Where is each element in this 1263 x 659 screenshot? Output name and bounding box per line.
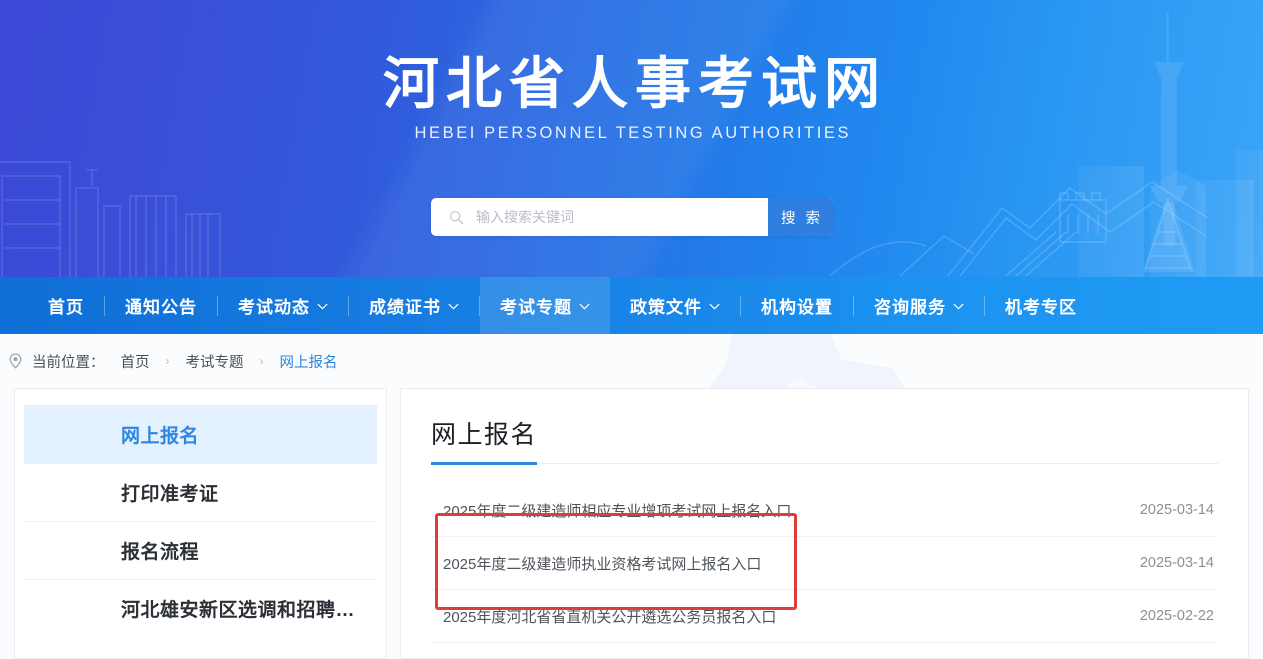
nav-right-spacer [1097, 277, 1107, 334]
registration-entry-list: 2025年度二级建造师相应专业增项考试网上报名入口 2025-03-14 202… [431, 484, 1218, 643]
nav-item-home[interactable]: 首页 [28, 277, 104, 334]
nav-left-spacer [0, 277, 28, 334]
nav-item-label: 考试专题 [500, 298, 572, 317]
nav-item-policy-docs[interactable]: 政策文件 [610, 277, 740, 334]
main-navigation: 首页 通知公告 考试动态 成绩证书 考试专题 政策文件 机构设置 咨询服务 机考… [0, 277, 1263, 334]
search-button[interactable]: 搜 索 [768, 198, 833, 236]
nav-item-scores-certs[interactable]: 成绩证书 [349, 277, 479, 334]
list-item-date: 2025-02-22 [1139, 608, 1214, 624]
page-body: 当前位置： 首页 › 考试专题 › 网上报名 网上报名 打印准考证 报名流程 河… [0, 334, 1263, 659]
site-banner: 河北省人事考试网 HEBEI PERSONNEL TESTING AUTHORI… [0, 0, 1263, 277]
title-divider [431, 463, 1218, 464]
list-item-title: 2025年度二级建造师执业资格考试网上报名入口 [443, 555, 762, 573]
nav-item-label: 首页 [48, 298, 84, 317]
nav-item-notices[interactable]: 通知公告 [105, 277, 217, 334]
nav-item-label: 机考专区 [1005, 298, 1077, 317]
list-item-date: 2025-03-14 [1139, 555, 1214, 571]
breadcrumb-label: 当前位置： [32, 354, 105, 371]
chevron-down-icon [317, 303, 328, 310]
nav-item-computer-exam-zone[interactable]: 机考专区 [985, 277, 1097, 334]
location-pin-icon [9, 353, 22, 369]
list-item[interactable]: 2025年度二级建造师相应专业增项考试网上报名入口 2025-03-14 [431, 484, 1218, 537]
page-title: 网上报名 [431, 421, 538, 449]
list-item-date: 2025-03-14 [1139, 502, 1214, 518]
breadcrumb-section[interactable]: 考试专题 [186, 351, 244, 372]
breadcrumb: 当前位置： 首页 › 考试专题 › 网上报名 [0, 334, 1263, 388]
site-subtitle: HEBEI PERSONNEL TESTING AUTHORITIES [414, 124, 852, 143]
sidebar-item-label: 网上报名 [121, 425, 200, 447]
nav-item-organization[interactable]: 机构设置 [741, 277, 853, 334]
sidebar-item-registration-process[interactable]: 报名流程 [24, 521, 377, 579]
chevron-down-icon [579, 303, 590, 310]
breadcrumb-current[interactable]: 网上报名 [280, 351, 338, 372]
nav-item-exam-topics[interactable]: 考试专题 [480, 277, 610, 334]
sidebar-item-online-registration[interactable]: 网上报名 [24, 405, 377, 463]
list-item-title: 2025年度二级建造师相应专业增项考试网上报名入口 [443, 502, 792, 520]
nav-item-exam-news[interactable]: 考试动态 [218, 277, 348, 334]
page-title-underline: 网上报名 [431, 415, 538, 465]
nav-item-label: 咨询服务 [874, 298, 946, 317]
nav-item-label: 政策文件 [630, 298, 702, 317]
search-icon [449, 210, 464, 224]
nav-item-consulting[interactable]: 咨询服务 [854, 277, 984, 334]
site-title: 河北省人事考试网 [383, 52, 887, 115]
nav-item-label: 成绩证书 [369, 298, 441, 317]
site-brand: 河北省人事考试网 HEBEI PERSONNEL TESTING AUTHORI… [0, 52, 1263, 143]
main-panel: 网上报名 2025年度二级建造师相应专业增项考试网上报名入口 2025-03-1… [400, 388, 1249, 659]
sidebar-menu: 网上报名 打印准考证 报名流程 河北雄安新区选调和招聘… [14, 388, 387, 659]
chevron-down-icon [709, 303, 720, 310]
content-area: 网上报名 打印准考证 报名流程 河北雄安新区选调和招聘… 网上报名 2025年度… [0, 388, 1263, 659]
breadcrumb-separator: › [165, 354, 170, 368]
chevron-down-icon [953, 303, 964, 310]
search-input[interactable] [476, 209, 768, 225]
breadcrumb-home[interactable]: 首页 [121, 351, 150, 372]
list-item[interactable]: 2025年度二级建造师执业资格考试网上报名入口 2025-03-14 [431, 537, 1218, 590]
sidebar-item-print-admission-ticket[interactable]: 打印准考证 [24, 463, 377, 521]
nav-item-label: 机构设置 [761, 298, 833, 317]
sidebar-item-xiongan-recruitment[interactable]: 河北雄安新区选调和招聘… [24, 579, 377, 637]
list-item[interactable]: 2025年度河北省省直机关公开遴选公务员报名入口 2025-02-22 [431, 590, 1218, 643]
sidebar-item-label: 报名流程 [121, 542, 200, 563]
chevron-down-icon [448, 303, 459, 310]
nav-item-label: 考试动态 [238, 298, 310, 317]
breadcrumb-separator: › [259, 354, 264, 368]
sidebar-item-label: 河北雄安新区选调和招聘… [121, 600, 356, 621]
nav-item-label: 通知公告 [125, 298, 197, 317]
sidebar-item-label: 打印准考证 [121, 484, 219, 505]
list-item-title: 2025年度河北省省直机关公开遴选公务员报名入口 [443, 608, 777, 626]
search-bar: 搜 索 [431, 198, 833, 236]
